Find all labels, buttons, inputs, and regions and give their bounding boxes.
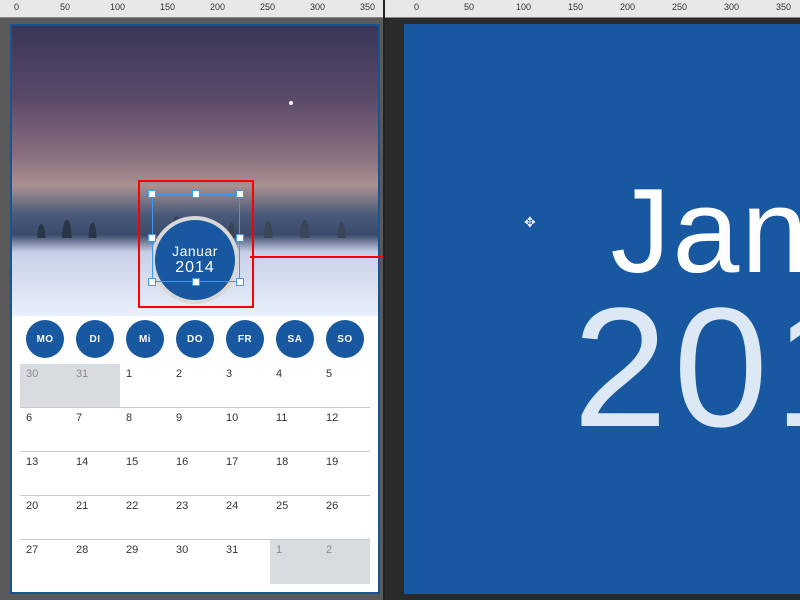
ruler-horizontal-right: 0 50 100 150 200 250 300 350	[384, 0, 800, 18]
calendar-cell[interactable]: 25	[270, 496, 320, 540]
calendar-cell[interactable]: 30	[170, 540, 220, 584]
calendar-cell[interactable]: 11	[270, 408, 320, 452]
calendar-canvas[interactable]: Januar 2014 MO DI Mi DO FR SA SO 3031123…	[10, 24, 380, 594]
calendar-cell[interactable]: 31	[70, 364, 120, 408]
calendar-cell[interactable]: 22	[120, 496, 170, 540]
panel-divider[interactable]	[383, 0, 385, 600]
weekday-di: DI	[76, 320, 114, 358]
move-cursor-icon: ✥	[524, 214, 536, 231]
document-panel-right: Janua 2014 ✥	[384, 18, 800, 600]
calendar-cell[interactable]: 27	[20, 540, 70, 584]
calendar-row: 13141516171819	[20, 452, 370, 496]
calendar-cell[interactable]: 1	[270, 540, 320, 584]
calendar-cell[interactable]: 12	[320, 408, 370, 452]
calendar-cell[interactable]: 18	[270, 452, 320, 496]
calendar-cell[interactable]: 6	[20, 408, 70, 452]
calendar-cell[interactable]: 31	[220, 540, 270, 584]
calendar-cell[interactable]: 16	[170, 452, 220, 496]
weekday-mi: Mi	[126, 320, 164, 358]
month-badge-month: Januar	[172, 243, 218, 259]
document-panel-left: Januar 2014 MO DI Mi DO FR SA SO 3031123…	[0, 18, 384, 600]
calendar-cell[interactable]: 24	[220, 496, 270, 540]
calendar-cell[interactable]: 28	[70, 540, 120, 584]
calendar-cell[interactable]: 29	[120, 540, 170, 584]
calendar-cell[interactable]: 17	[220, 452, 270, 496]
calendar-cell[interactable]: 23	[170, 496, 220, 540]
calendar-row: 303112345	[20, 364, 370, 408]
calendar-cell[interactable]: 13	[20, 452, 70, 496]
calendar-cell[interactable]: 26	[320, 496, 370, 540]
month-badge[interactable]: Januar 2014	[151, 216, 239, 304]
calendar-cell[interactable]: 8	[120, 408, 170, 452]
zoom-year-text: 2014	[573, 270, 800, 466]
calendar-cell[interactable]: 7	[70, 408, 120, 452]
zoom-badge-inner[interactable]: Janua 2014 ✥	[404, 24, 800, 594]
calendar-cell[interactable]: 30	[20, 364, 70, 408]
photo-moon	[289, 101, 293, 105]
calendar-cell[interactable]: 10	[220, 408, 270, 452]
calendar-grid: 3031123456789101112131415161718192021222…	[20, 364, 370, 588]
weekday-mo: MO	[26, 320, 64, 358]
weekday-so: SO	[326, 320, 364, 358]
weekday-headers: MO DI Mi DO FR SA SO	[12, 318, 378, 360]
calendar-cell[interactable]: 4	[270, 364, 320, 408]
weekday-do: DO	[176, 320, 214, 358]
calendar-cell[interactable]: 19	[320, 452, 370, 496]
zoom-badge-outer: Janua 2014 ✥	[404, 24, 800, 594]
calendar-cell[interactable]: 14	[70, 452, 120, 496]
calendar-cell[interactable]: 2	[320, 540, 370, 584]
month-badge-year: 2014	[175, 259, 215, 277]
calendar-cell[interactable]: 20	[20, 496, 70, 540]
calendar-cell[interactable]: 1	[120, 364, 170, 408]
calendar-row: 6789101112	[20, 408, 370, 452]
calendar-row: 272829303112	[20, 540, 370, 584]
calendar-cell[interactable]: 9	[170, 408, 220, 452]
calendar-row: 20212223242526	[20, 496, 370, 540]
calendar-cell[interactable]: 2	[170, 364, 220, 408]
calendar-cell[interactable]: 21	[70, 496, 120, 540]
weekday-fr: FR	[226, 320, 264, 358]
weekday-sa: SA	[276, 320, 314, 358]
calendar-cell[interactable]: 3	[220, 364, 270, 408]
calendar-cell[interactable]: 5	[320, 364, 370, 408]
calendar-cell[interactable]: 15	[120, 452, 170, 496]
transparency-background: Janua 2014 ✥	[404, 24, 800, 594]
zoom-canvas[interactable]: Janua 2014 ✥	[404, 24, 800, 594]
